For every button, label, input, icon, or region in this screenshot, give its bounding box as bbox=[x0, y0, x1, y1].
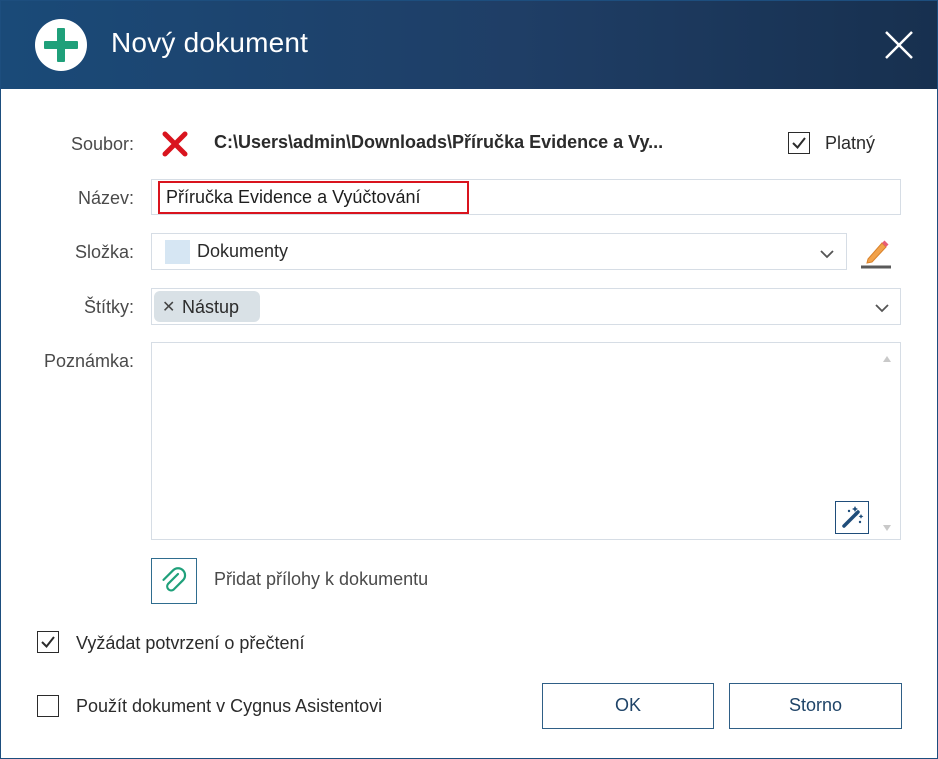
file-label: Soubor: bbox=[70, 134, 134, 154]
folder-select-value: Dokumenty bbox=[197, 241, 289, 261]
assistant-label: Použít dokument v Cygnus Asistentovi bbox=[76, 696, 383, 716]
tags-select[interactable] bbox=[151, 288, 901, 325]
close-icon[interactable] bbox=[877, 23, 921, 67]
add-attachment-button[interactable] bbox=[151, 558, 197, 604]
valid-checkbox[interactable] bbox=[788, 132, 810, 154]
chevron-down-icon[interactable] bbox=[819, 246, 835, 259]
dialog-titlebar: Nový dokument bbox=[1, 1, 937, 89]
tag-chip-label: Nástup bbox=[182, 297, 240, 317]
note-label: Poznámka: bbox=[43, 351, 134, 371]
name-label: Název: bbox=[77, 188, 134, 208]
valid-label: Platný bbox=[825, 133, 876, 153]
plus-circle-icon bbox=[35, 19, 87, 71]
file-path: C:\Users\admin\Downloads\Příručka Eviden… bbox=[214, 132, 664, 152]
read-receipt-label: Vyžádat potvrzení o přečtení bbox=[76, 633, 305, 653]
folder-label: Složka: bbox=[74, 242, 134, 262]
ok-button[interactable]: OK bbox=[542, 683, 714, 729]
scroll-down-icon[interactable] bbox=[882, 519, 892, 531]
folder-color-swatch bbox=[165, 240, 190, 264]
read-receipt-checkbox[interactable] bbox=[37, 631, 59, 653]
magic-wand-icon[interactable] bbox=[835, 501, 869, 534]
paperclip-icon bbox=[162, 567, 187, 592]
tags-label: Štítky: bbox=[83, 297, 134, 317]
pencil-icon[interactable] bbox=[859, 235, 893, 269]
invalid-x-icon bbox=[161, 130, 189, 158]
dialog-title: Nový dokument bbox=[111, 27, 309, 58]
cancel-button[interactable]: Storno bbox=[729, 683, 902, 729]
name-input-value: Příručka Evidence a Vyúčtování bbox=[166, 187, 421, 207]
note-textarea[interactable] bbox=[151, 342, 901, 540]
chevron-down-icon[interactable] bbox=[874, 300, 890, 313]
assistant-checkbox[interactable] bbox=[37, 695, 59, 717]
add-attachment-label[interactable]: Přidat přílohy k dokumentu bbox=[214, 569, 428, 590]
tag-remove-icon[interactable]: ✕ bbox=[162, 297, 175, 317]
scroll-up-icon[interactable] bbox=[882, 350, 892, 362]
new-document-dialog: Nový dokument Soubor: C:\Users\admin\Dow… bbox=[0, 0, 938, 759]
